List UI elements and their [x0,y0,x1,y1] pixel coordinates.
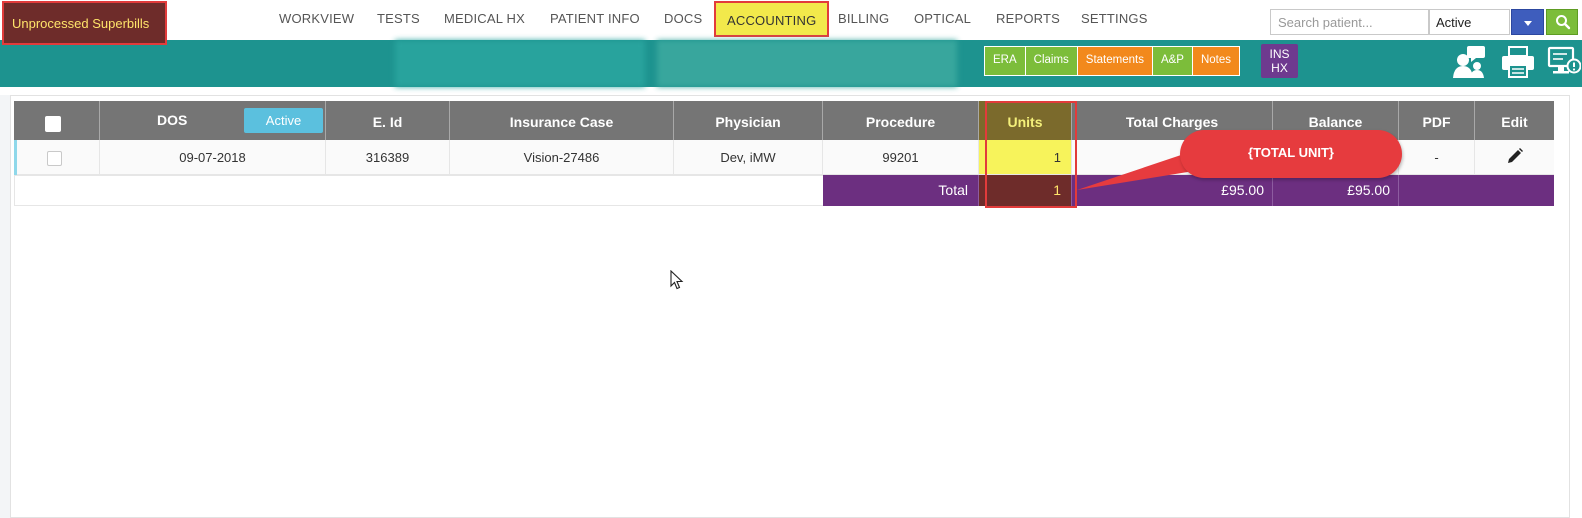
ap-button[interactable]: A&P [1152,47,1193,75]
select-all-checkbox[interactable] [45,116,61,132]
row-selection-accent [14,140,17,175]
mouse-cursor-icon [670,270,684,290]
search-icon [1556,15,1571,30]
notes-button[interactable]: Notes [1192,47,1240,75]
status-dropdown-button[interactable] [1511,9,1544,35]
total-unit-callout: {TOTAL UNIT} [1180,130,1402,178]
search-patient-input[interactable]: Search patient... [1270,9,1429,35]
cell-edit [1475,140,1554,175]
nav-settings[interactable]: SETTINGS [1081,11,1148,26]
nav-optical[interactable]: OPTICAL [914,11,971,26]
units-column-annotation-outline [985,101,1077,208]
ins-hx-label-line2: HX [1271,61,1288,75]
total-charges: £95.00 [1072,175,1273,206]
redacted-area [657,40,957,87]
total-label: Total [823,175,979,206]
column-header-pdf: PDF [1399,101,1475,140]
unprocessed-superbills-button[interactable]: Unprocessed Superbills [2,1,167,45]
ins-hx-button[interactable]: INS HX [1261,44,1298,78]
pencil-icon[interactable] [1506,147,1524,165]
nav-reports[interactable]: REPORTS [996,11,1060,26]
cell-procedure: 99201 [823,140,979,175]
total-row-spacer [14,175,829,206]
active-filter-badge[interactable]: Active [244,108,323,133]
patient-toolbar [0,40,1582,87]
top-navigation: WORKVIEW TESTS MEDICAL HX PATIENT INFO D… [0,0,1582,40]
column-header-insurance-case: Insurance Case [450,101,674,140]
column-header-edit: Edit [1475,101,1554,140]
patient-chat-icon[interactable] [1452,44,1488,78]
column-header-physician: Physician [674,101,823,140]
column-header-eid: E. Id [326,101,450,140]
row-checkbox[interactable] [47,151,62,166]
column-header-procedure: Procedure [823,101,979,140]
nav-accounting[interactable]: ACCOUNTING [714,1,830,37]
total-balance: £95.00 [1273,175,1399,206]
total-row-filler [1399,175,1554,206]
redacted-area [395,40,645,87]
left-gutter [0,95,10,518]
monitor-alert-icon[interactable] [1547,44,1582,78]
nav-patient-info[interactable]: PATIENT INFO [550,11,640,26]
cell-pdf[interactable]: - [1399,140,1475,175]
era-button[interactable]: ERA [985,47,1026,75]
accounting-action-pills: ERA Claims Statements A&P Notes [984,46,1241,76]
cell-dos: 09-07-2018 [100,140,326,175]
nav-tests[interactable]: TESTS [377,11,420,26]
claims-button[interactable]: Claims [1025,47,1078,75]
cell-eid: 316389 [326,140,450,175]
printer-icon[interactable] [1500,44,1536,78]
nav-workview[interactable]: WORKVIEW [279,11,354,26]
status-select[interactable]: Active [1429,9,1510,35]
nav-medical-hx[interactable]: MEDICAL HX [444,11,525,26]
ins-hx-label-line1: INS [1269,47,1290,61]
cell-physician: Dev, iMW [674,140,823,175]
statements-button[interactable]: Statements [1077,47,1153,75]
nav-docs[interactable]: DOCS [664,11,702,26]
search-button[interactable] [1546,9,1578,35]
cell-insurance-case: Vision-27486 [450,140,674,175]
nav-billing[interactable]: BILLING [838,11,889,26]
